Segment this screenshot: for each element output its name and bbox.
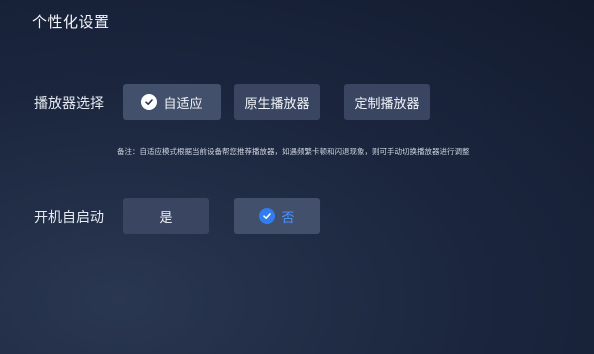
- player-option-label: 自适应: [163, 96, 203, 112]
- player-option-label: 定制播放器: [354, 96, 420, 112]
- player-option-label: 原生播放器: [244, 96, 310, 112]
- check-circle-icon: [141, 94, 158, 110]
- check-circle-icon: [259, 208, 276, 224]
- autostart-option-label: 是: [159, 210, 173, 226]
- autostart-label: 开机自启动: [34, 210, 104, 226]
- page-title: 个性化设置: [32, 13, 110, 31]
- autostart-option-yes[interactable]: 是: [123, 198, 209, 234]
- player-label: 播放器选择: [34, 96, 104, 112]
- autostart-option-label: 否: [281, 210, 295, 226]
- autostart-option-no[interactable]: 否: [234, 198, 320, 234]
- player-option-adaptive[interactable]: 自适应: [123, 84, 221, 120]
- player-note: 备注：自适应模式根据当前设备帮您推荐播放器，如遇频繁卡顿和闪退现象，则可手动切换…: [117, 147, 470, 156]
- player-option-custom[interactable]: 定制播放器: [344, 84, 430, 120]
- player-option-native[interactable]: 原生播放器: [234, 84, 320, 120]
